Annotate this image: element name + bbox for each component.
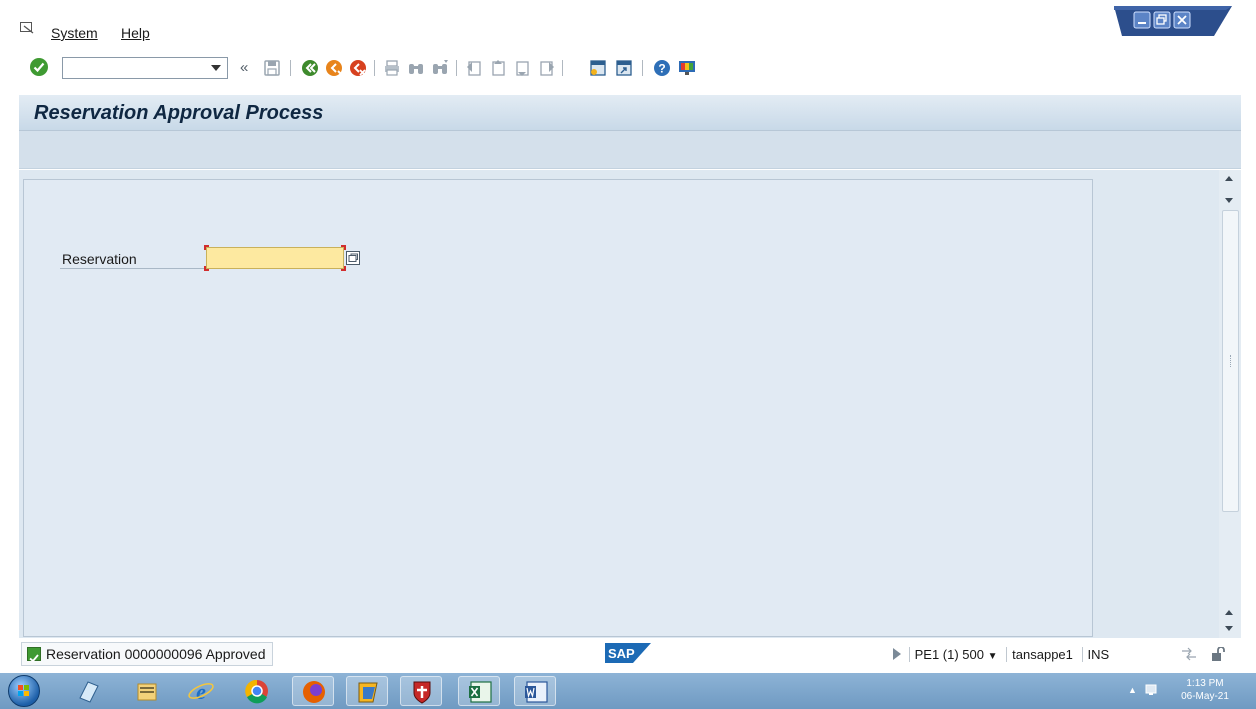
- minimize-button[interactable]: [1133, 11, 1151, 29]
- help-icon[interactable]: ?: [652, 58, 672, 78]
- command-field[interactable]: [62, 57, 228, 79]
- toolbar-separator: [456, 60, 457, 76]
- svg-text:?: ?: [658, 62, 665, 76]
- show-hidden-icons-button[interactable]: ▲: [1128, 685, 1137, 695]
- chevron-down-icon[interactable]: ▼: [988, 651, 998, 662]
- chrome-icon[interactable]: [236, 676, 278, 706]
- status-expand-icon[interactable]: [893, 648, 901, 660]
- toolbar-separator: [642, 60, 643, 76]
- clock-date: 06-May-21: [1181, 691, 1229, 702]
- scroll-up-icon[interactable]: [1225, 176, 1233, 181]
- scroll-grip[interactable]: [1230, 355, 1232, 367]
- restore-button[interactable]: [1153, 11, 1171, 29]
- sap-gui-window: System Help « ? Reservation Approval Pro…: [0, 0, 1256, 709]
- firefox-icon: [303, 681, 325, 703]
- menu-system[interactable]: System: [51, 25, 98, 41]
- toolbar-separator: [374, 60, 375, 76]
- page-title: Reservation Approval Process: [34, 102, 324, 124]
- customize-layout-icon[interactable]: [677, 58, 697, 78]
- toolbar-separator: [562, 60, 563, 76]
- required-marker: [341, 245, 346, 250]
- clock-time: 1:13 PM: [1186, 678, 1224, 689]
- previous-page-icon[interactable]: [488, 58, 508, 78]
- windows-logo-icon: [18, 685, 29, 696]
- status-bar: Reservation 0000000096 Approved SAP PE1 …: [19, 639, 1241, 669]
- sap-logon-icon: [358, 682, 378, 703]
- search-help-icon[interactable]: [346, 251, 360, 265]
- chevron-down-icon[interactable]: [211, 65, 221, 71]
- application-toolbar: [19, 131, 1241, 169]
- file-manager-icon[interactable]: [126, 676, 168, 706]
- windows-explorer-icon[interactable]: [68, 676, 110, 706]
- standard-toolbar: « ?: [0, 50, 1256, 86]
- window-controls: [1114, 6, 1232, 36]
- shortcut-icon[interactable]: [614, 58, 634, 78]
- scroll-track[interactable]: [1222, 210, 1239, 512]
- shield-app-icon: [413, 681, 431, 704]
- enter-icon[interactable]: [30, 58, 48, 76]
- label-underline: [60, 268, 206, 269]
- scroll-up-icon[interactable]: [1225, 610, 1233, 615]
- menu-bar: System Help: [0, 0, 1256, 48]
- internet-explorer-icon[interactable]: e: [180, 676, 222, 706]
- system-client[interactable]: PE1 (1) 500 ▼: [908, 647, 1003, 662]
- security-lock-icon[interactable]: [1211, 647, 1227, 661]
- create-session-icon[interactable]: [588, 58, 608, 78]
- scroll-down-icon[interactable]: [1225, 626, 1233, 631]
- screen-title-bar: Reservation Approval Process: [19, 95, 1241, 131]
- cancel-icon[interactable]: [348, 58, 368, 78]
- history-back-icon[interactable]: «: [240, 59, 248, 76]
- system-clock[interactable]: 1:13 PM 06-May-21: [1170, 677, 1240, 703]
- network-icon[interactable]: [1144, 683, 1158, 697]
- svg-text:e: e: [196, 679, 206, 704]
- menu-expand-icon[interactable]: [20, 22, 34, 34]
- firefox-taskbar-item[interactable]: [292, 676, 334, 706]
- tab-order-icon[interactable]: [1181, 647, 1197, 661]
- scroll-down-icon[interactable]: [1225, 198, 1233, 203]
- windows-taskbar: e ▲ 1:13 PM 06-May-21: [0, 673, 1256, 709]
- reservation-input[interactable]: [206, 247, 344, 269]
- reservation-label: Reservation: [62, 251, 137, 267]
- sap-logon-taskbar-item[interactable]: [346, 676, 388, 706]
- sap-logo: SAP: [605, 643, 651, 663]
- success-check-icon: [27, 647, 41, 663]
- word-icon: [525, 681, 548, 703]
- required-marker: [204, 266, 209, 271]
- excel-icon: [469, 681, 492, 703]
- exit-icon[interactable]: [324, 58, 344, 78]
- system-info: PE1 (1) 500 ▼ tansappe1 INS: [889, 647, 1114, 662]
- user-name: tansappe1: [1006, 647, 1078, 662]
- status-message-text: Reservation 0000000096 Approved: [46, 646, 266, 662]
- find-next-icon[interactable]: [430, 58, 450, 78]
- required-marker: [204, 245, 209, 250]
- insert-mode: INS: [1081, 647, 1115, 662]
- print-icon[interactable]: [382, 58, 402, 78]
- save-icon[interactable]: [262, 58, 282, 78]
- required-marker: [341, 266, 346, 271]
- last-page-icon[interactable]: [536, 58, 556, 78]
- toolbar-separator: [290, 60, 291, 76]
- close-button[interactable]: [1173, 11, 1191, 29]
- vertical-scrollbar[interactable]: [1219, 170, 1241, 638]
- selection-panel: [23, 179, 1093, 637]
- status-message[interactable]: Reservation 0000000096 Approved: [21, 642, 273, 666]
- first-page-icon[interactable]: [464, 58, 484, 78]
- back-icon[interactable]: [300, 58, 320, 78]
- shield-app-taskbar-item[interactable]: [400, 676, 442, 706]
- excel-taskbar-item[interactable]: [458, 676, 500, 706]
- find-icon[interactable]: [406, 58, 426, 78]
- menu-help[interactable]: Help: [121, 25, 150, 41]
- start-button[interactable]: [8, 675, 40, 707]
- next-page-icon[interactable]: [512, 58, 532, 78]
- svg-text:SAP: SAP: [608, 646, 635, 661]
- word-taskbar-item[interactable]: [514, 676, 556, 706]
